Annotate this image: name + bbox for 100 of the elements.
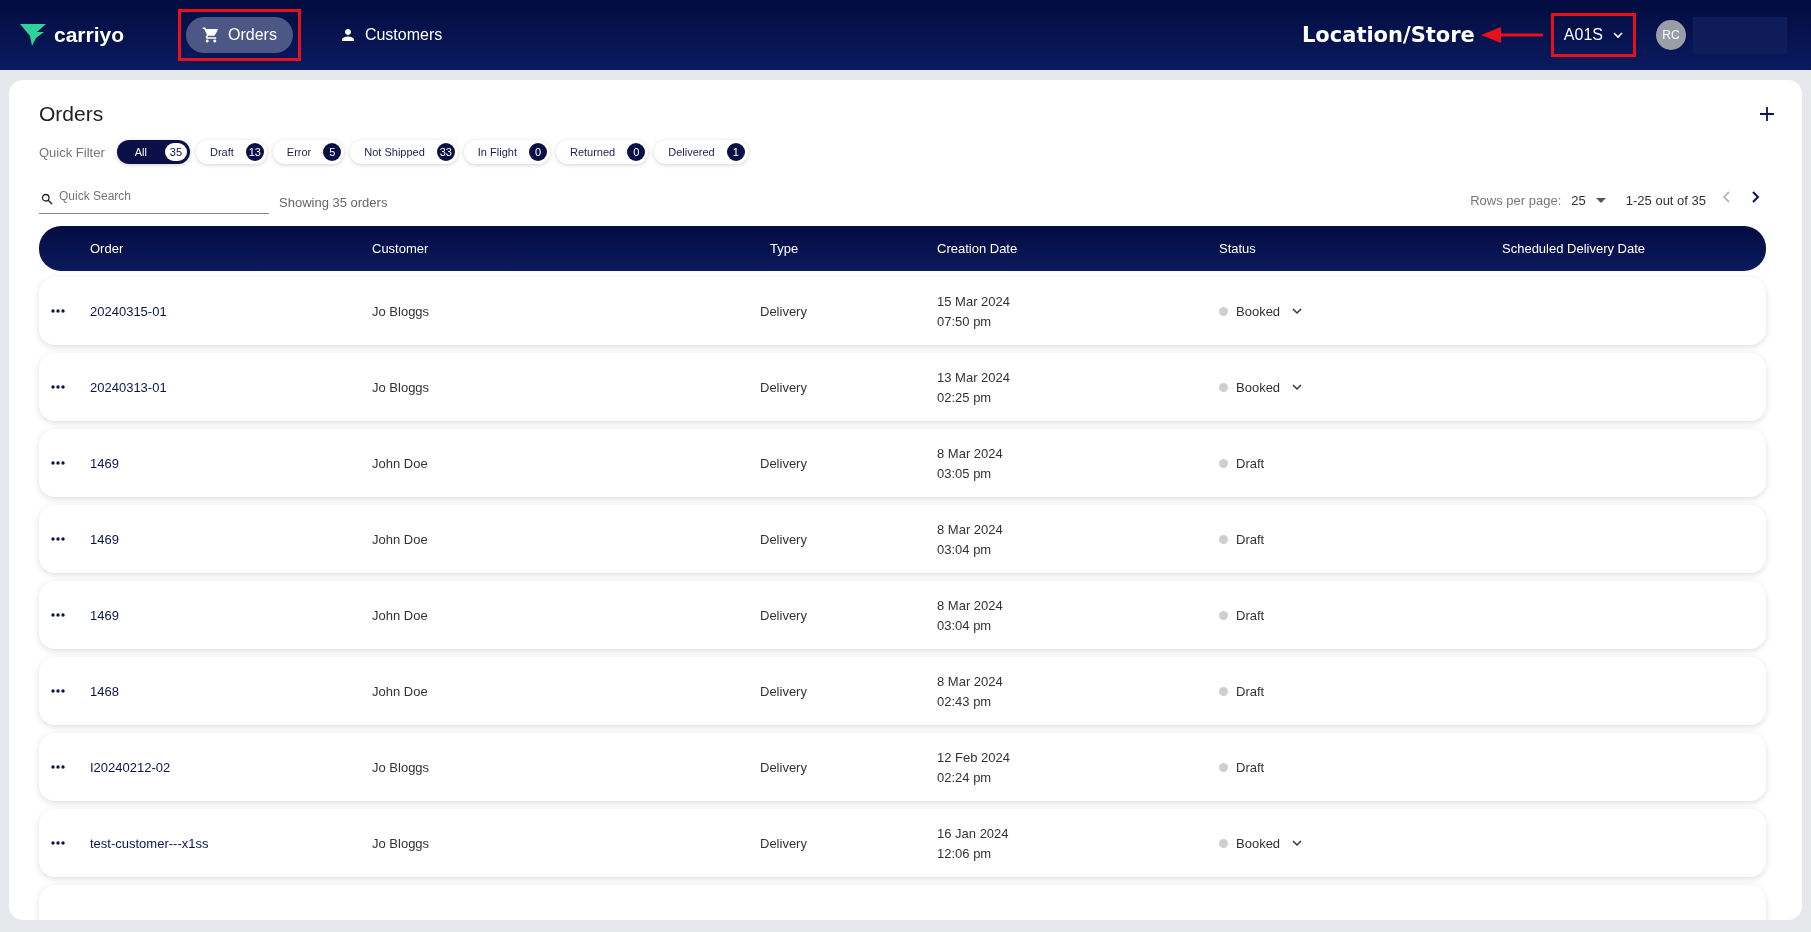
type-cell-text: Delivery — [760, 379, 808, 395]
status-dot-icon — [1219, 458, 1228, 468]
chip-label: All — [134, 146, 147, 158]
logo-icon — [20, 24, 48, 46]
column-header: Customer — [372, 241, 430, 256]
time-text: 12:06 pm — [937, 845, 993, 861]
more-icon[interactable] — [51, 841, 65, 845]
annotation-label: Location/Store — [1301, 23, 1475, 47]
status-dot-icon — [1219, 306, 1228, 316]
date-text: 13 Mar 2024 — [937, 369, 1011, 385]
order-link[interactable]: 1468 — [90, 683, 372, 699]
chevron-left-icon — [1722, 191, 1730, 203]
filter-chip[interactable]: Delivered 1 — [654, 140, 748, 164]
more-icon[interactable] — [51, 613, 65, 617]
rows-per-page-select[interactable]: 25 — [1571, 193, 1616, 214]
add-icon[interactable] — [1760, 107, 1774, 121]
more-icon[interactable] — [51, 385, 65, 389]
order-link[interactable]: 20240315-01 — [90, 303, 372, 319]
count-badge: 0 — [627, 143, 646, 161]
chevron-down-icon[interactable] — [1292, 307, 1303, 315]
date-text: 8 Mar 2024 — [937, 445, 1004, 461]
type-cell-text: Delivery — [760, 683, 808, 699]
date-text: 15 Mar 2024 — [937, 293, 1011, 309]
type-cell-text: Delivery — [760, 607, 808, 623]
order-link[interactable]: 1469 — [90, 531, 372, 547]
type-cell-text: Delivery — [760, 303, 808, 319]
filter-chip[interactable]: All 35 — [116, 140, 190, 164]
filter-chip[interactable]: Error 5 — [272, 140, 345, 164]
nav-tab[interactable]: Customers — [322, 17, 459, 53]
count-badge: 35 — [164, 143, 187, 161]
nav-tab[interactable]: Orders — [186, 17, 293, 53]
column-header: Status — [1219, 241, 1257, 256]
customer-cell-text: Jo Bloggs — [372, 759, 431, 775]
customer-cell-text: John Doe — [372, 607, 429, 623]
order-row[interactable]: 20240313-01 Jo Bloggs Delivery 13 Mar 2024 02:25 pm Booked — [39, 353, 1766, 421]
column-header: Creation Date — [937, 241, 1019, 256]
status-dot-icon — [1219, 838, 1228, 848]
status-text: Booked — [1236, 835, 1281, 851]
chip-label: Returned — [569, 146, 616, 158]
date-text: 12 Feb 2024 — [937, 749, 1011, 765]
cart-icon — [202, 26, 220, 44]
page-title: Orders — [39, 102, 104, 126]
customer-cell-text: John Doe — [372, 683, 429, 699]
type-cell-text: Delivery — [760, 835, 808, 851]
date-text: 8 Mar 2024 — [937, 673, 1004, 689]
time-text: 03:05 pm — [937, 465, 993, 481]
orders-count-text: Showing 35 orders — [279, 195, 388, 212]
customer-cell-text: Jo Bloggs — [372, 303, 431, 319]
order-link[interactable]: 1469 — [90, 607, 372, 623]
filter-chip[interactable]: In Flight 0 — [463, 140, 550, 164]
customer-cell-text: John Doe — [372, 531, 429, 547]
column-header: Order — [90, 241, 125, 256]
order-link[interactable]: 1469 — [90, 455, 372, 471]
status-text: Draft — [1236, 607, 1265, 623]
chip-label: Delivered — [668, 146, 715, 158]
order-link[interactable]: 20240313-01 — [90, 379, 372, 395]
more-icon[interactable] — [51, 461, 65, 465]
order-row[interactable]: 20240315-01 Jo Bloggs Delivery 15 Mar 2024 07:50 pm Booked — [39, 277, 1766, 345]
count-badge: 33 — [436, 143, 455, 161]
count-badge: 5 — [323, 143, 342, 161]
date-text: 8 Mar 2024 — [937, 597, 1004, 613]
more-icon[interactable] — [51, 765, 65, 769]
more-icon[interactable] — [51, 689, 65, 693]
chevron-down-icon[interactable] — [1292, 839, 1303, 847]
order-row[interactable]: 1469 John Doe Delivery 8 Mar 2024 03:05 pm Draft — [39, 429, 1766, 497]
customer-cell-text: Jo Bloggs — [372, 379, 431, 395]
dropdown-caret-icon — [1595, 197, 1606, 204]
filter-chip[interactable]: Draft 13 — [195, 140, 267, 164]
order-row[interactable]: I20240212-02 Jo Bloggs Delivery 12 Feb 2024 02:24 pm Draft — [39, 733, 1766, 801]
chip-label: Error — [286, 146, 312, 158]
customer-cell-text: Jo Bloggs — [372, 835, 431, 851]
chevron-down-icon[interactable] — [1292, 383, 1303, 391]
chip-label: In Flight — [477, 146, 517, 158]
status-text: Booked — [1236, 379, 1281, 395]
status-text: Booked — [1236, 303, 1281, 319]
more-icon[interactable] — [51, 537, 65, 541]
type-cell-text: Delivery — [760, 759, 808, 775]
order-row[interactable]: 1469 John Doe Delivery 8 Mar 2024 03:04 pm Draft — [39, 581, 1766, 649]
column-header: Type — [769, 241, 800, 256]
order-link[interactable]: test-customer---x1ss — [90, 835, 372, 851]
time-text: 03:04 pm — [937, 617, 993, 633]
order-row[interactable]: test-customer---x1ss Jo Bloggs Delivery 16 Jan 2024 12:06 pm Booked — [39, 809, 1766, 877]
time-text: 02:25 pm — [937, 389, 993, 405]
status-dot-icon — [1219, 610, 1228, 620]
order-row[interactable]: 1469 John Doe Delivery 8 Mar 2024 03:04 pm Draft — [39, 505, 1766, 573]
chevron-down-icon — [1613, 31, 1623, 39]
time-text: 07:50 pm — [937, 313, 993, 329]
quick-filter-label: Quick Filter — [39, 144, 105, 160]
type-cell-text: Delivery — [760, 455, 808, 471]
order-row[interactable]: 1468 John Doe Delivery 8 Mar 2024 02:43 pm Draft — [39, 657, 1766, 725]
column-header: Scheduled Delivery Date — [1502, 241, 1647, 256]
more-icon[interactable] — [51, 309, 65, 313]
store-dropdown[interactable]: A01S — [1559, 20, 1627, 50]
filter-chip[interactable]: Returned 0 — [555, 140, 649, 164]
order-link[interactable]: I20240212-02 — [90, 759, 372, 775]
filter-chip[interactable]: Not Shipped 33 — [350, 140, 458, 164]
status-text: Draft — [1236, 455, 1265, 471]
status-text: Draft — [1236, 759, 1265, 775]
date-text: 8 Mar 2024 — [937, 521, 1004, 537]
count-badge: 13 — [245, 143, 264, 161]
